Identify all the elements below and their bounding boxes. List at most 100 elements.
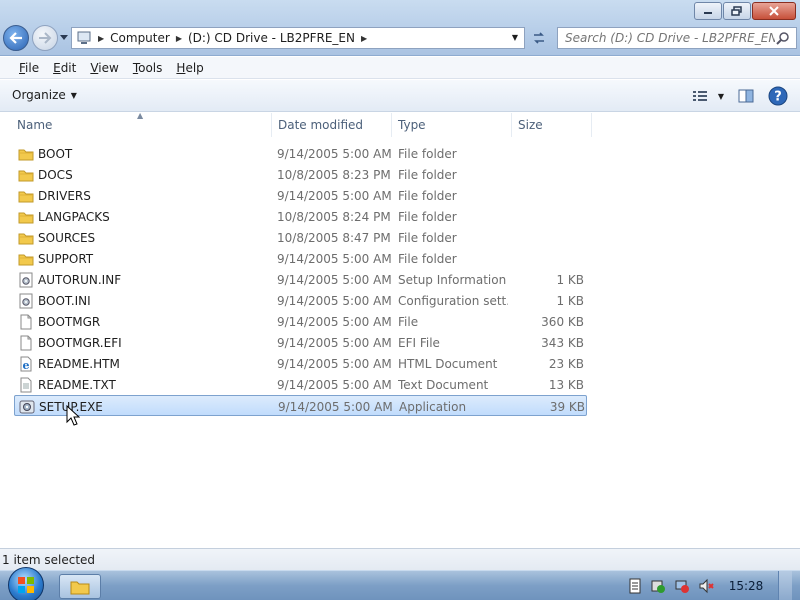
file-row[interactable]: BOOT.INI 9/14/2005 5:00 AM Configuration s… xyxy=(14,290,587,311)
blank-file-icon xyxy=(20,335,32,350)
column-header-name[interactable]: Name xyxy=(11,113,272,137)
command-bar-right: ▼ ? xyxy=(692,85,788,107)
file-name-cell[interactable]: SOURCES xyxy=(18,227,268,248)
file-name[interactable]: BOOT xyxy=(38,147,72,161)
maximize-button[interactable] xyxy=(723,2,751,20)
action-center-icon[interactable] xyxy=(650,578,666,594)
file-name-cell[interactable]: BOOT xyxy=(18,143,268,164)
column-header-type[interactable]: Type xyxy=(392,113,512,137)
file-name-cell[interactable]: AUTORUN.INF xyxy=(18,269,268,290)
file-name-cell[interactable]: DOCS xyxy=(18,164,268,185)
menu-file[interactable]: File xyxy=(12,61,46,75)
file-date: 10/8/2005 8:47 PM xyxy=(277,230,391,245)
text-file-icon xyxy=(20,377,32,392)
file-row[interactable]: BOOT 9/14/2005 5:00 AM File folder xyxy=(14,143,587,164)
restore-icon xyxy=(731,6,742,16)
column-header-date[interactable]: Date modified xyxy=(272,113,392,137)
file-row[interactable]: e README.HTM 9/14/2005 5:00 AM HTML Documen… xyxy=(14,353,587,374)
views-button[interactable]: ▼ xyxy=(692,85,724,107)
back-button[interactable] xyxy=(3,25,29,51)
column-headers: ▲ Name Date modified Type Size xyxy=(0,111,800,137)
file-type: File folder xyxy=(398,146,457,161)
file-row[interactable]: SUPPORT 9/14/2005 5:00 AM File folder xyxy=(14,248,587,269)
file-name[interactable]: SUPPORT xyxy=(38,252,93,266)
folder-icon xyxy=(18,233,34,244)
file-date: 10/8/2005 8:24 PM xyxy=(277,209,391,224)
file-date: 9/14/2005 5:00 AM xyxy=(277,146,392,161)
file-row[interactable]: README.TXT 9/14/2005 5:00 AM Text Document… xyxy=(14,374,587,395)
show-desktop-button[interactable] xyxy=(778,571,792,600)
menu-view[interactable]: View xyxy=(83,61,125,75)
file-name[interactable]: AUTORUN.INF xyxy=(38,273,121,287)
file-name[interactable]: SOURCES xyxy=(38,231,95,245)
window-controls xyxy=(694,2,796,20)
back-arrow-icon xyxy=(9,32,22,44)
taskbar-explorer-button[interactable] xyxy=(59,574,101,599)
menu-tools[interactable]: Tools xyxy=(126,61,170,75)
file-name-cell[interactable]: LANGPACKS xyxy=(18,206,268,227)
file-name[interactable]: DOCS xyxy=(38,168,73,182)
close-button[interactable] xyxy=(752,2,796,20)
address-bar[interactable]: ▶ Computer ▶ (D:) CD Drive - LB2PFRE_EN … xyxy=(71,27,525,49)
document-tray-icon[interactable] xyxy=(628,578,642,594)
search-input[interactable] xyxy=(565,31,775,45)
volume-muted-icon[interactable] xyxy=(698,578,714,594)
preview-pane-button[interactable] xyxy=(738,85,754,107)
search-icon[interactable] xyxy=(776,31,790,45)
minimize-icon xyxy=(704,12,712,14)
chevron-down-icon[interactable]: ▼ xyxy=(718,92,724,101)
column-header-size[interactable]: Size xyxy=(512,113,592,137)
file-date: 9/14/2005 5:00 AM xyxy=(277,377,392,392)
breadcrumb-separator[interactable]: ▶ xyxy=(176,34,182,43)
menu-edit[interactable]: Edit xyxy=(46,61,83,75)
file-name-cell[interactable]: e README.HTM xyxy=(18,353,268,374)
file-name[interactable]: BOOTMGR.EFI xyxy=(38,336,122,350)
navigation-buttons xyxy=(3,25,69,51)
file-row[interactable]: DRIVERS 9/14/2005 5:00 AM File folder xyxy=(14,185,587,206)
file-type: File folder xyxy=(398,230,457,245)
file-name[interactable]: README.HTM xyxy=(38,357,120,371)
file-name[interactable]: README.TXT xyxy=(38,378,116,392)
breadcrumb-computer[interactable]: Computer xyxy=(110,31,170,45)
file-row[interactable]: SETUP.EXE 9/14/2005 5:00 AM Application 39 … xyxy=(14,395,587,416)
file-date: 9/14/2005 5:00 AM xyxy=(277,272,392,287)
file-size xyxy=(514,164,584,185)
file-type: EFI File xyxy=(398,335,440,350)
menu-bar: File Edit View Tools Help xyxy=(0,57,800,79)
search-box[interactable] xyxy=(557,27,797,49)
breadcrumb-separator[interactable]: ▶ xyxy=(361,34,367,43)
file-date: 9/14/2005 5:00 AM xyxy=(277,251,392,266)
file-name-cell[interactable]: BOOTMGR.EFI xyxy=(18,332,268,353)
recent-pages-dropdown[interactable] xyxy=(59,35,69,41)
file-name-cell[interactable]: SUPPORT xyxy=(18,248,268,269)
clock[interactable]: 15:28 xyxy=(722,579,770,593)
file-row[interactable]: BOOTMGR 9/14/2005 5:00 AM File 360 KB xyxy=(14,311,587,332)
file-row[interactable]: DOCS 10/8/2005 8:23 PM File folder xyxy=(14,164,587,185)
refresh-button[interactable] xyxy=(528,27,550,49)
file-name-cell[interactable]: BOOTMGR xyxy=(18,311,268,332)
file-row[interactable]: BOOTMGR.EFI 9/14/2005 5:00 AM EFI File 343 … xyxy=(14,332,587,353)
breadcrumb-cd-drive[interactable]: (D:) CD Drive - LB2PFRE_EN xyxy=(188,31,355,45)
file-name-cell[interactable]: README.TXT xyxy=(18,374,268,395)
preview-pane-icon xyxy=(738,89,754,103)
menu-help[interactable]: Help xyxy=(169,61,210,75)
file-row[interactable]: AUTORUN.INF 9/14/2005 5:00 AM Setup Inform… xyxy=(14,269,587,290)
address-dropdown-icon[interactable]: ▼ xyxy=(512,33,518,42)
file-row[interactable]: SOURCES 10/8/2005 8:47 PM File folder xyxy=(14,227,587,248)
file-name-cell[interactable]: DRIVERS xyxy=(18,185,268,206)
start-button[interactable] xyxy=(8,567,44,600)
file-row[interactable]: LANGPACKS 10/8/2005 8:24 PM File folder xyxy=(14,206,587,227)
breadcrumb-separator[interactable]: ▶ xyxy=(98,34,104,43)
file-type: Setup Information xyxy=(398,272,507,287)
network-icon[interactable] xyxy=(674,578,690,594)
file-name-cell[interactable]: BOOT.INI xyxy=(18,290,268,311)
file-name[interactable]: BOOTMGR xyxy=(38,315,100,329)
file-name[interactable]: DRIVERS xyxy=(38,189,91,203)
help-button[interactable]: ? xyxy=(768,85,788,107)
minimize-button[interactable] xyxy=(694,2,722,20)
file-name[interactable]: BOOT.INI xyxy=(38,294,91,308)
file-name-cell[interactable]: SETUP.EXE xyxy=(19,396,269,417)
file-name[interactable]: LANGPACKS xyxy=(38,210,110,224)
forward-button[interactable] xyxy=(32,25,58,51)
organize-button[interactable]: Organize ▼ xyxy=(12,88,77,102)
